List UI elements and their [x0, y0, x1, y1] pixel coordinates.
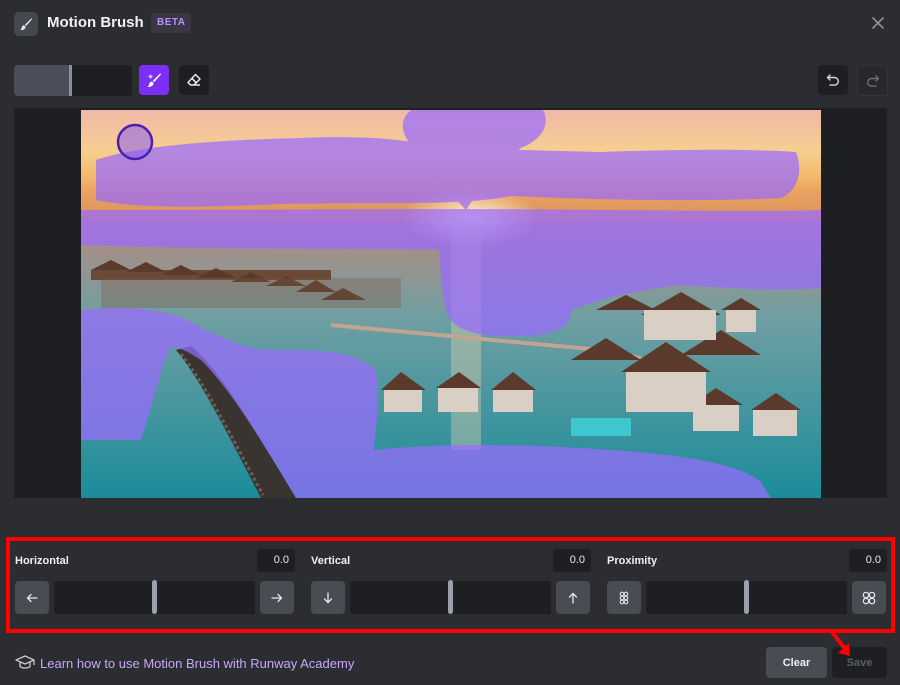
brush-tool-button[interactable] — [139, 65, 169, 95]
proximity-far-button[interactable] — [852, 581, 886, 614]
arrow-up-icon — [568, 592, 578, 604]
modal-title: Motion Brush — [47, 14, 144, 31]
paint-brush-icon — [147, 73, 162, 87]
vertical-up-button[interactable] — [556, 581, 590, 614]
brush-canvas-image[interactable] — [81, 110, 821, 498]
paint-brush-icon — [20, 18, 33, 30]
vertical-value[interactable]: 0.0 — [553, 549, 591, 572]
clear-button[interactable]: Clear — [766, 647, 827, 678]
proximity-near-icon — [619, 591, 629, 604]
brush-size-handle[interactable] — [69, 65, 72, 96]
proximity-slider-thumb[interactable] — [744, 580, 749, 614]
eraser-icon — [187, 73, 201, 86]
horizontal-right-button[interactable] — [260, 581, 294, 614]
brush-cursor-icon — [116, 123, 154, 161]
redo-icon — [866, 74, 879, 87]
arrow-down-icon — [323, 591, 333, 603]
eraser-tool-button[interactable] — [179, 65, 209, 95]
proximity-far-icon — [862, 591, 876, 604]
brush-size-slider[interactable] — [14, 65, 132, 96]
proximity-near-button[interactable] — [607, 581, 641, 614]
undo-button[interactable] — [818, 65, 848, 95]
arrow-right-icon — [271, 593, 283, 602]
proximity-label: Proximity — [607, 555, 658, 567]
horizontal-left-button[interactable] — [15, 581, 49, 614]
motion-brush-header-icon — [14, 12, 38, 36]
horizontal-value[interactable]: 0.0 — [257, 549, 295, 572]
motion-controls-panel: Horizontal 0.0 Vertical 0.0 Proximity 0.… — [8, 539, 893, 633]
graduation-cap-icon — [15, 655, 35, 669]
vertical-slider-thumb[interactable] — [448, 580, 453, 614]
close-icon[interactable] — [870, 15, 886, 31]
undo-icon — [826, 74, 839, 86]
horizontal-label: Horizontal — [15, 555, 69, 567]
vertical-down-button[interactable] — [311, 581, 345, 614]
vertical-label: Vertical — [311, 555, 351, 567]
beta-badge: BETA — [151, 13, 192, 33]
annotation-arrow-icon — [830, 630, 850, 656]
arrow-left-icon — [26, 593, 38, 602]
runway-academy-link[interactable]: Learn how to use Motion Brush with Runwa… — [40, 656, 354, 671]
brush-size-fill — [14, 65, 69, 96]
redo-button[interactable] — [857, 65, 888, 96]
horizontal-slider-thumb[interactable] — [152, 580, 157, 614]
proximity-value[interactable]: 0.0 — [849, 549, 887, 572]
